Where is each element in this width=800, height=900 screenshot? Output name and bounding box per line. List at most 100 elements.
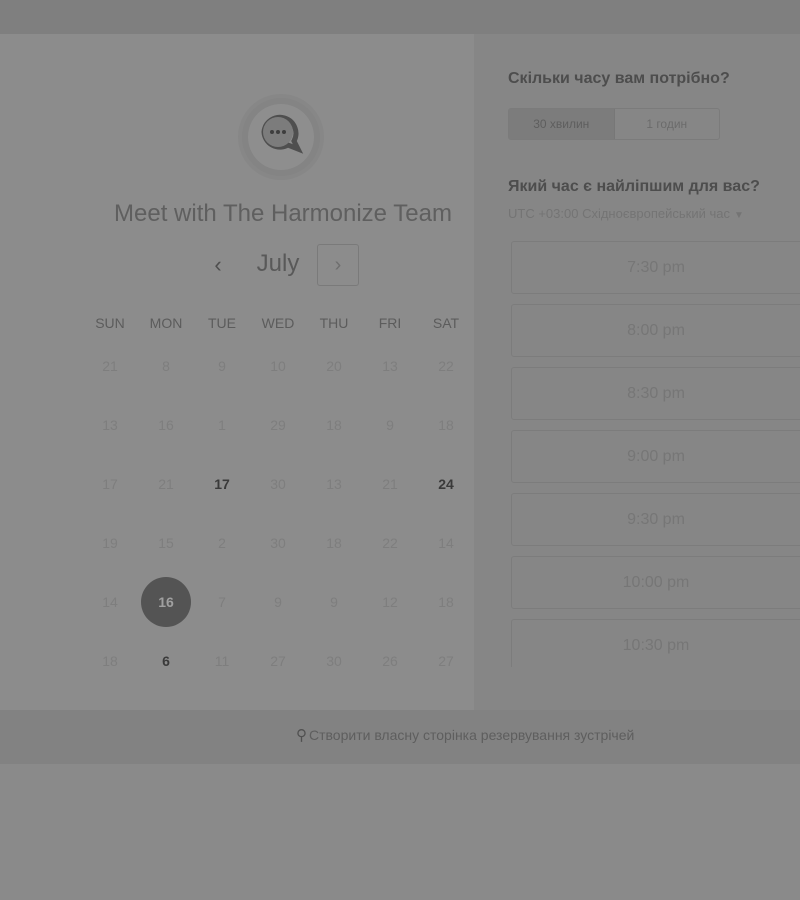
weekday-label: WED (261, 315, 295, 331)
calendar-day[interactable]: 21 (362, 454, 418, 513)
calendar-day[interactable]: 2 (194, 513, 250, 572)
calendar-weeks: 21 8 9 10 20 13 22 13 16 1 29 18 9 18 17 21 17 30 13 21 24 19… (82, 336, 474, 690)
calendar-day-number: 1 (218, 416, 226, 433)
time-slot-button[interactable]: 9:00 pm (511, 430, 800, 483)
calendar-day[interactable]: 11 (194, 631, 250, 690)
calendar-day-number: 8 (162, 357, 170, 374)
calendar-day[interactable]: 13 (82, 395, 138, 454)
calendar-day-number: 21 (158, 475, 174, 492)
calendar-day[interactable]: 21 (138, 454, 194, 513)
calendar-day[interactable]: 18 (306, 513, 362, 572)
create-booking-page-link[interactable]: ⚲ Створити власну сторінка резервування з… (296, 726, 634, 744)
weekday-label: SAT (432, 315, 460, 331)
calendar-day[interactable]: 15 (138, 513, 194, 572)
calendar-grid: SUN MON TUE WED THU FRI SAT 21 8 9 10 20 13 22… (82, 310, 474, 690)
next-month-button[interactable]: › (317, 244, 359, 286)
hubspot-sprocket-icon: ⚲ (296, 727, 307, 744)
calendar-day[interactable]: 20 (306, 336, 362, 395)
calendar-day[interactable]: 30 (250, 454, 306, 513)
page-title: Meet with The Harmonize Team (114, 200, 452, 227)
duration-30min-button[interactable]: 30 хвилин (509, 109, 615, 139)
calendar-day[interactable]: 21 (82, 336, 138, 395)
calendar-day-number: 13 (326, 475, 342, 492)
duration-1hour-button[interactable]: 1 годин (615, 109, 720, 139)
calendar-day[interactable]: 29 (250, 395, 306, 454)
calendar-week-row: 21 8 9 10 20 13 22 (82, 336, 474, 395)
calendar-day[interactable]: 10 (250, 336, 306, 395)
calendar-day-number: 18 (326, 534, 342, 551)
time-slot-button[interactable]: 10:30 pm (511, 619, 800, 667)
calendar-day-number: 17 (102, 475, 118, 492)
month-navigation: ‹ July › (195, 244, 365, 286)
weekday-label: THU (319, 315, 349, 331)
calendar-day-number: 10 (270, 357, 286, 374)
calendar-day[interactable]: 17 (82, 454, 138, 513)
calendar-week-row: 19 15 2 30 18 22 14 (82, 513, 474, 572)
weekday-label: MON (149, 315, 183, 331)
calendar-day[interactable]: 22 (418, 336, 474, 395)
calendar-day[interactable]: 18 (82, 631, 138, 690)
calendar-day[interactable]: 14 (82, 572, 138, 631)
time-slot-button[interactable]: 8:00 pm (511, 304, 800, 357)
chevron-down-icon: ▼ (733, 210, 744, 221)
calendar-day-number: 9 (218, 357, 226, 374)
time-slot-button[interactable]: 10:00 pm (511, 556, 800, 609)
weekday-label: SUN (95, 315, 125, 331)
calendar-day[interactable]: 13 (306, 454, 362, 513)
month-label: July (256, 250, 300, 277)
calendar-day-number: 15 (158, 534, 174, 551)
calendar-day-selected[interactable]: 16 (138, 572, 194, 631)
prev-month-button[interactable]: ‹ (207, 252, 229, 278)
calendar-day[interactable]: 26 (362, 631, 418, 690)
calendar-day-number: 9 (386, 416, 394, 433)
calendar-day[interactable]: 9 (250, 572, 306, 631)
time-slot-list[interactable]: 7:30 pm 8:00 pm 8:30 pm 9:00 pm 9:30 pm … (511, 241, 800, 667)
calendar-day[interactable]: 13 (362, 336, 418, 395)
calendar-day[interactable]: 30 (250, 513, 306, 572)
calendar-day-number: 30 (270, 475, 286, 492)
calendar-day-number: 24 (438, 475, 454, 492)
timezone-select[interactable]: UTC +03:00 Східноєвропейський час ▼ (508, 206, 744, 221)
calendar-day[interactable]: 17 (194, 454, 250, 513)
calendar-day[interactable]: 16 (138, 395, 194, 454)
calendar-day[interactable]: 12 (362, 572, 418, 631)
calendar-day-number: 27 (270, 652, 286, 669)
calendar-day[interactable]: 1 (194, 395, 250, 454)
calendar-day-number: 16 (158, 416, 174, 433)
calendar-day-number: 20 (326, 357, 342, 374)
calendar-day-number: 12 (382, 593, 398, 610)
calendar-week-row: 14 16 7 9 9 12 18 (82, 572, 474, 631)
calendar-day-number: 9 (274, 593, 282, 610)
calendar-day[interactable]: 18 (306, 395, 362, 454)
calendar-day[interactable]: 27 (418, 631, 474, 690)
calendar-day-number: 17 (214, 475, 230, 492)
calendar-day[interactable]: 19 (82, 513, 138, 572)
calendar-day[interactable]: 7 (194, 572, 250, 631)
calendar-day[interactable]: 9 (306, 572, 362, 631)
calendar-day-number: 30 (270, 534, 286, 551)
calendar-day-number: 22 (438, 357, 454, 374)
calendar-day[interactable]: 6 (138, 631, 194, 690)
calendar-day-number: 16 (141, 576, 191, 627)
calendar-day[interactable]: 30 (306, 631, 362, 690)
calendar-day[interactable]: 18 (418, 572, 474, 631)
calendar-day[interactable]: 14 (418, 513, 474, 572)
calendar-week-row: 18 6 11 27 30 26 27 (82, 631, 474, 690)
calendar-day[interactable]: 9 (362, 395, 418, 454)
calendar-day[interactable]: 27 (250, 631, 306, 690)
calendar-day-number: 11 (214, 652, 230, 669)
calendar-day[interactable]: 8 (138, 336, 194, 395)
calendar-week-row: 17 21 17 30 13 21 24 (82, 454, 474, 513)
calendar-day[interactable]: 18 (418, 395, 474, 454)
weekday-label: FRI (378, 315, 402, 331)
calendar-day-number: 19 (102, 534, 118, 551)
calendar-day[interactable]: 24 (418, 454, 474, 513)
calendar-day[interactable]: 9 (194, 336, 250, 395)
top-strip (0, 0, 800, 34)
duration-heading: Скільки часу вам потрібно? (508, 70, 730, 87)
time-slot-button[interactable]: 9:30 pm (511, 493, 800, 546)
time-slot-button[interactable]: 8:30 pm (511, 367, 800, 420)
calendar-day-number: 29 (270, 416, 286, 433)
time-slot-button[interactable]: 7:30 pm (511, 241, 800, 294)
calendar-day[interactable]: 22 (362, 513, 418, 572)
